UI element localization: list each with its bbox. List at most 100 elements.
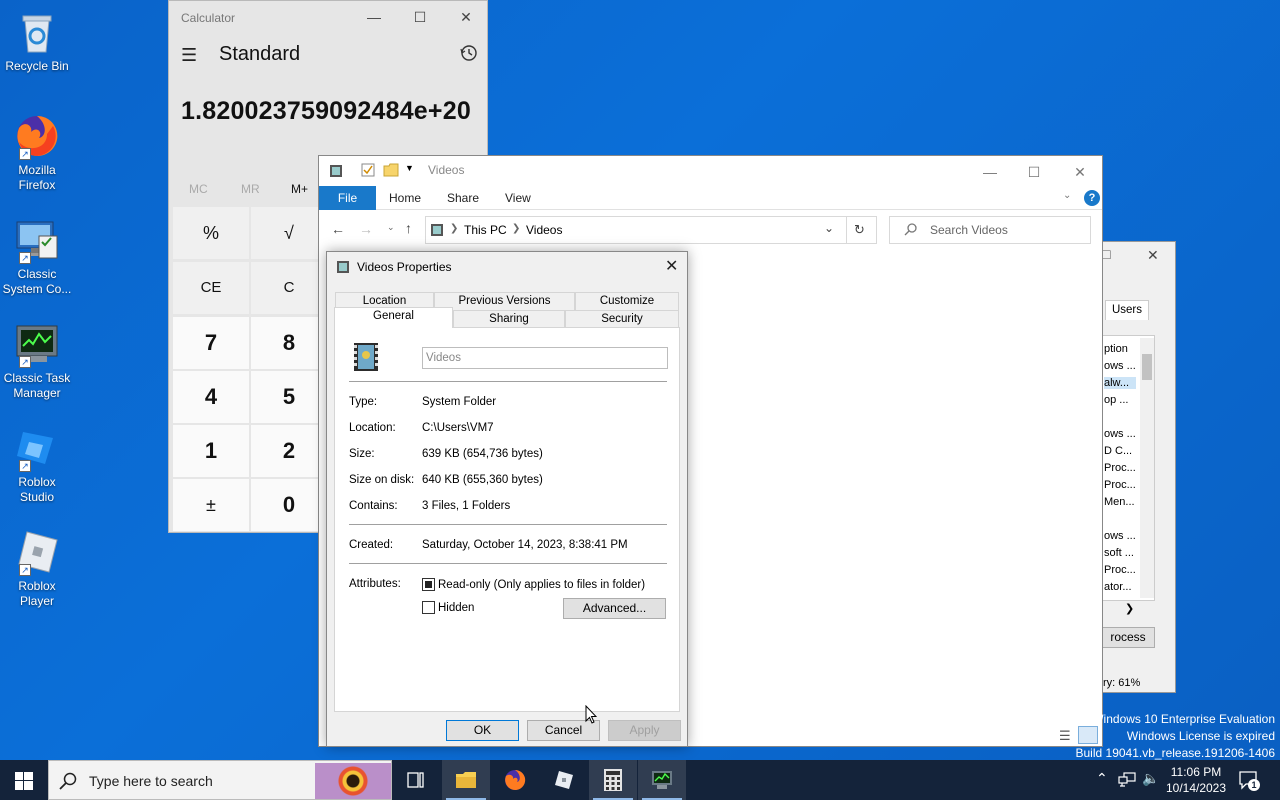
- details-view-icon[interactable]: ☰: [1059, 728, 1071, 744]
- tab-customize[interactable]: Customize: [575, 292, 679, 310]
- memory-clear-button[interactable]: MC: [189, 182, 208, 196]
- explorer-titlebar[interactable]: ▼ Videos — ☐ ✕: [319, 156, 1102, 186]
- search-box[interactable]: Search Videos: [889, 216, 1091, 244]
- process-row[interactable]: soft ...: [1104, 547, 1134, 559]
- desktop-icon-firefox[interactable]: ↗ Mozilla Firefox: [0, 112, 74, 193]
- memory-recall-button[interactable]: MR: [241, 182, 260, 196]
- desktop-icon-roblox-studio[interactable]: ↗ Roblox Studio: [0, 424, 74, 505]
- digit-5-key[interactable]: 5: [251, 371, 327, 423]
- quick-access-dropdown-icon[interactable]: ▼: [405, 163, 414, 173]
- readonly-checkbox[interactable]: [422, 578, 435, 591]
- search-highlight-image[interactable]: [315, 763, 391, 799]
- scrollbar-thumb[interactable]: [1142, 354, 1152, 380]
- hidden-checkbox[interactable]: [422, 601, 435, 614]
- process-row[interactable]: ows ...: [1104, 530, 1136, 542]
- taskbar-explorer[interactable]: [442, 760, 490, 800]
- clock[interactable]: 11:06 PM 10/14/2023: [1164, 764, 1228, 796]
- expand-ribbon-icon[interactable]: ⌄: [1063, 190, 1071, 201]
- process-row[interactable]: Proc...: [1104, 564, 1136, 576]
- start-button[interactable]: [15, 772, 33, 793]
- desktop-icon-control-panel[interactable]: ↗ Classic System Co...: [0, 216, 74, 297]
- history-icon[interactable]: [459, 43, 479, 66]
- address-bar[interactable]: ❯ This PC ❯ Videos ⌄ ↻: [425, 216, 877, 244]
- minimize-button[interactable]: —: [351, 1, 397, 33]
- process-row[interactable]: Proc...: [1104, 462, 1136, 474]
- digit-4-key[interactable]: 4: [173, 371, 249, 423]
- taskbar-task-manager[interactable]: [638, 760, 686, 800]
- tab-share[interactable]: Share: [437, 186, 489, 210]
- digit-8-key[interactable]: 8: [251, 317, 327, 369]
- up-icon[interactable]: ↑: [405, 220, 412, 236]
- memory-add-button[interactable]: M+: [291, 182, 308, 196]
- show-hidden-icons-icon[interactable]: ⌃: [1096, 770, 1108, 787]
- scroll-right-icon[interactable]: ❯: [1125, 602, 1134, 615]
- digit-0-key[interactable]: 0: [251, 479, 327, 531]
- tab-view[interactable]: View: [495, 186, 541, 210]
- minimize-button[interactable]: —: [967, 156, 1013, 188]
- advanced-button[interactable]: Advanced...: [563, 598, 666, 619]
- process-list[interactable]: ption ows ... alw... op ... ows ... D C.…: [1101, 335, 1155, 601]
- clear-key[interactable]: C: [251, 262, 327, 314]
- task-manager-window[interactable]: ☐ ✕ Users ption ows ... alw... op ... ow…: [1100, 241, 1176, 693]
- apply-button[interactable]: Apply: [608, 720, 681, 741]
- close-button[interactable]: ✕: [665, 256, 678, 276]
- digit-1-key[interactable]: 1: [173, 425, 249, 477]
- tab-general[interactable]: General: [334, 307, 453, 328]
- clear-entry-key[interactable]: CE: [173, 262, 249, 314]
- help-icon[interactable]: ?: [1084, 190, 1100, 206]
- tab-home[interactable]: Home: [379, 186, 431, 210]
- end-process-button[interactable]: rocess: [1101, 627, 1155, 648]
- sqrt-key[interactable]: √: [251, 207, 327, 259]
- properties-dialog[interactable]: Videos Properties ✕ Location Previous Ve…: [326, 251, 688, 747]
- new-folder-icon[interactable]: [383, 163, 399, 180]
- calculator-titlebar[interactable]: Calculator — ☐ ✕: [169, 1, 487, 35]
- process-row[interactable]: Proc...: [1104, 479, 1136, 491]
- negate-key[interactable]: ±: [173, 479, 249, 531]
- tab-users[interactable]: Users: [1105, 300, 1149, 320]
- breadcrumb-videos[interactable]: Videos: [526, 223, 562, 237]
- calculator-display: 1.820023759092484e+20: [181, 97, 471, 125]
- address-dropdown-icon[interactable]: ⌄: [824, 221, 834, 235]
- action-center-icon[interactable]: 1: [1238, 770, 1260, 793]
- process-row[interactable]: Men...: [1104, 496, 1135, 508]
- ok-button[interactable]: OK: [446, 720, 519, 741]
- taskbar-roblox[interactable]: [540, 760, 588, 800]
- tab-file[interactable]: File: [319, 186, 376, 210]
- tab-previous-versions[interactable]: Previous Versions: [434, 292, 575, 310]
- folder-name-field[interactable]: Videos: [422, 347, 668, 369]
- network-icon[interactable]: [1118, 771, 1136, 790]
- close-button[interactable]: ✕: [1147, 247, 1159, 264]
- taskbar-calculator[interactable]: [589, 760, 637, 800]
- process-row[interactable]: ption: [1104, 343, 1128, 355]
- digit-7-key[interactable]: 7: [173, 317, 249, 369]
- close-button[interactable]: ✕: [443, 1, 489, 33]
- back-icon[interactable]: ←: [331, 221, 345, 237]
- forward-icon[interactable]: →: [359, 221, 373, 237]
- taskbar-firefox[interactable]: [491, 760, 539, 800]
- process-row[interactable]: ows ...: [1104, 360, 1136, 372]
- refresh-icon[interactable]: ↻: [854, 222, 865, 238]
- desktop-icon-recycle-bin[interactable]: Recycle Bin: [0, 8, 74, 74]
- volume-icon[interactable]: 🔈: [1142, 770, 1159, 787]
- desktop-icon-task-manager[interactable]: ↗ Classic Task Manager: [0, 320, 74, 401]
- process-row-selected[interactable]: alw...: [1104, 377, 1136, 389]
- tab-security[interactable]: Security: [565, 310, 679, 328]
- percent-key[interactable]: %: [173, 207, 249, 259]
- recent-locations-icon[interactable]: ⌄: [387, 222, 395, 233]
- properties-quick-icon[interactable]: [361, 163, 375, 180]
- desktop-icon-roblox-player[interactable]: ↗ Roblox Player: [0, 528, 74, 609]
- tab-sharing[interactable]: Sharing: [453, 310, 565, 328]
- maximize-button[interactable]: ☐: [397, 1, 443, 33]
- taskbar-search-box[interactable]: Type here to search: [48, 760, 392, 800]
- breadcrumb-this-pc[interactable]: This PC: [464, 223, 507, 237]
- vertical-scrollbar[interactable]: [1140, 338, 1154, 598]
- process-row[interactable]: op ...: [1104, 394, 1128, 406]
- process-row[interactable]: D C...: [1104, 445, 1132, 457]
- process-row[interactable]: ows ...: [1104, 428, 1136, 440]
- process-row[interactable]: ator...: [1104, 581, 1132, 593]
- digit-2-key[interactable]: 2: [251, 425, 327, 477]
- hamburger-menu-icon[interactable]: ☰: [181, 45, 197, 66]
- close-button[interactable]: ✕: [1057, 156, 1103, 188]
- task-view-button[interactable]: [392, 760, 440, 800]
- maximize-button[interactable]: ☐: [1011, 156, 1057, 188]
